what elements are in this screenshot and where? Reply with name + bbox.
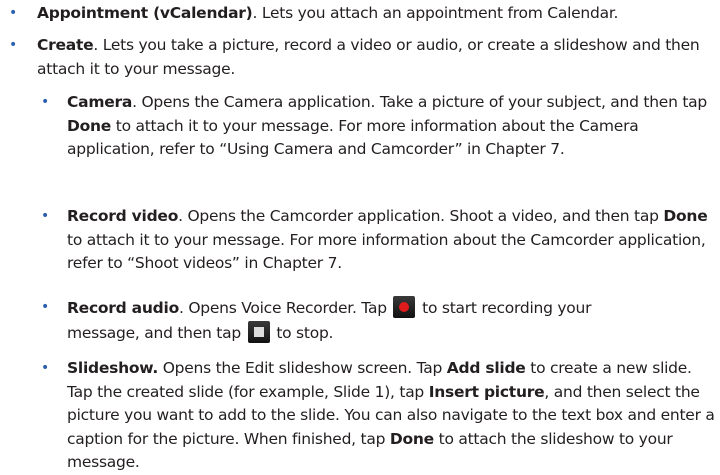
done-label: Done (389, 429, 434, 448)
record-video-description-2: to attach it to your message. For more i… (67, 230, 706, 273)
insert-picture-label: Insert picture (428, 382, 545, 401)
camera-description-2: to attach it to your message. For more i… (67, 116, 639, 159)
record-audio-description-3: to stop. (271, 323, 334, 342)
done-label: Done (663, 207, 708, 225)
list-item-text: Create. Lets you take a picture, record … (37, 34, 720, 81)
record-icon (393, 296, 416, 318)
term-record-audio: Record audio (67, 299, 179, 317)
manual-page: • Appointment (vCalendar). Lets you atta… (0, 0, 720, 475)
term-camera: Camera (67, 93, 133, 111)
bullet: • (41, 208, 50, 224)
sublist-item-camera: • Camera. Opens the Camera application. … (0, 91, 720, 187)
sublist-item-record-audio: • Record audio. Opens Voice Recorder. Ta… (0, 296, 720, 346)
stop-icon (247, 320, 270, 343)
term-create: Create (37, 36, 94, 54)
camera-description-1: . Opens the Camera application. Take a p… (132, 93, 707, 111)
list-item-appointment: • Appointment (vCalendar). Lets you atta… (0, 2, 720, 26)
bullet: • (9, 5, 18, 21)
record-audio-description-1: . Opens Voice Recorder. Tap (178, 299, 392, 317)
appointment-description: . Lets you attach an appointment from Ca… (252, 4, 619, 22)
slideshow-description-1: Opens the Edit slideshow screen. Tap (158, 359, 447, 377)
list-item-create: • Create. Lets you take a picture, recor… (0, 34, 720, 82)
create-description: . Lets you take a picture, record a vide… (37, 36, 700, 78)
sublist-item-record-video: • Record video. Opens the Camcorder appl… (0, 205, 720, 277)
record-video-description-1: . Opens the Camcorder application. Shoot… (178, 207, 664, 225)
done-label: Done (67, 116, 112, 135)
bullet: • (41, 299, 50, 315)
list-item-text: Appointment (vCalendar). Lets you attach… (37, 2, 720, 26)
list-item-text: Record audio. Opens Voice Recorder. Tap … (67, 296, 667, 345)
sublist-item-slideshow: • Slideshow. Opens the Edit slideshow sc… (0, 357, 720, 475)
list-item-text: Camera. Opens the Camera application. Ta… (67, 91, 720, 162)
bullet: • (9, 37, 18, 53)
list-item-text: Record video. Opens the Camcorder applic… (67, 205, 720, 276)
term-record-video: Record video (67, 207, 179, 225)
term-slideshow: Slideshow. (67, 359, 159, 377)
add-slide-label: Add slide (446, 359, 526, 377)
bullet: • (41, 360, 50, 376)
term-appointment: Appointment (vCalendar) (37, 4, 253, 22)
bullet: • (41, 94, 50, 110)
list-item-text: Slideshow. Opens the Edit slideshow scre… (67, 357, 720, 475)
